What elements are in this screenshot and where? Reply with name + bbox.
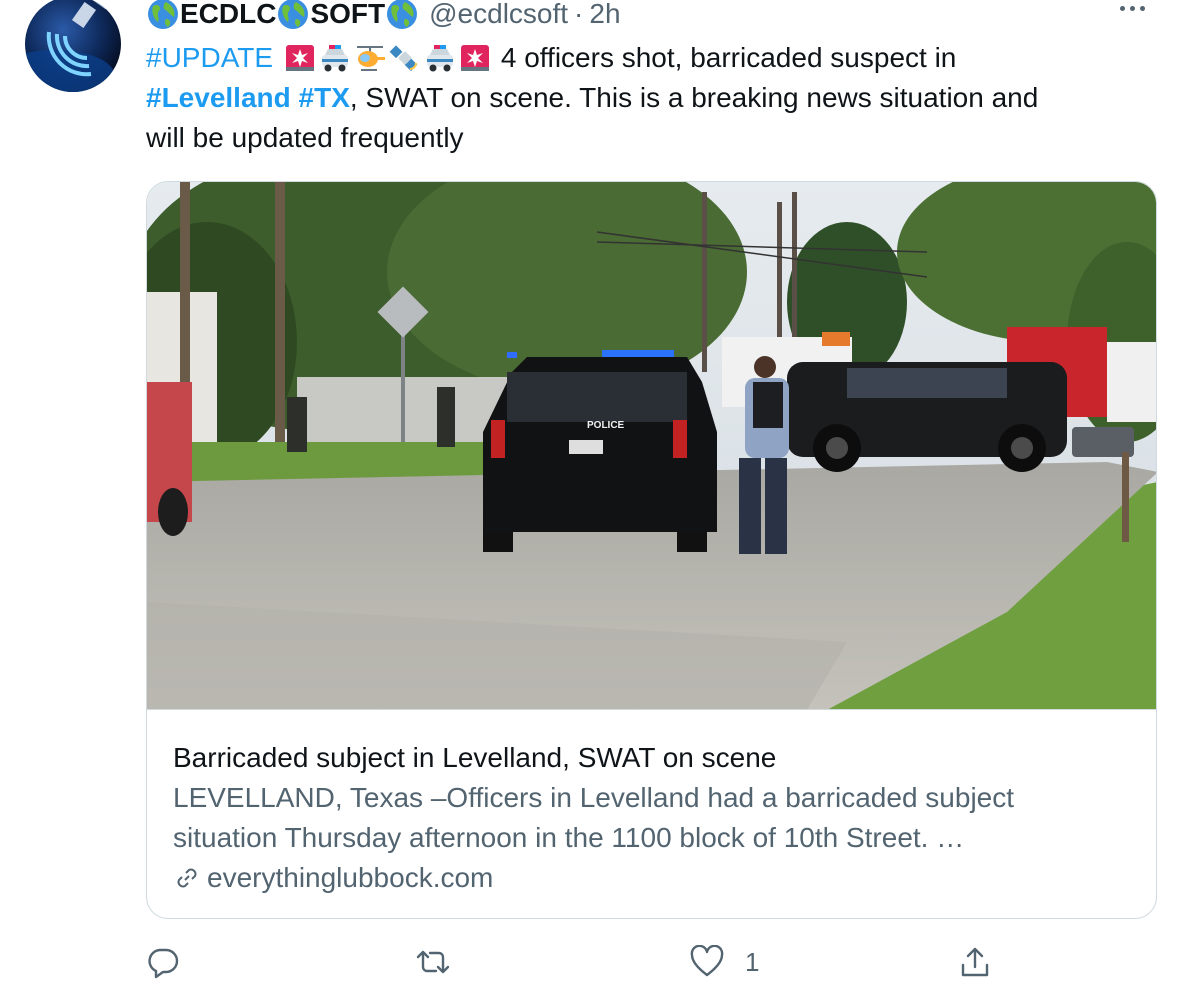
retweet-button[interactable] xyxy=(414,945,472,979)
tweet-line-1: #UPDATE 4 officers shot, barricaded susp… xyxy=(146,38,1156,78)
link-card[interactable]: POLICE Barricaded subject in Levelland, … xyxy=(146,181,1157,919)
police-car-icon xyxy=(427,45,454,72)
satellite-icon xyxy=(389,45,418,72)
retweet-icon xyxy=(416,950,450,974)
police-car-icon xyxy=(322,45,349,72)
share-button[interactable] xyxy=(958,945,1012,979)
card-description-line-2: situation Thursday afternoon in the 1100… xyxy=(173,822,965,853)
like-button[interactable]: 1 xyxy=(689,945,759,979)
share-icon xyxy=(961,947,989,977)
card-title[interactable]: Barricaded subject in Levelland, SWAT on… xyxy=(173,739,1133,777)
tweet-header: ECDLC SOFT @ecdlcsoft · 2h xyxy=(146,0,621,34)
tweet-actions: 1 xyxy=(0,945,1184,985)
globe-icon xyxy=(278,0,309,29)
globe-icon xyxy=(387,0,418,29)
more-options-icon[interactable] xyxy=(1120,6,1145,11)
display-name-part-1: ECDLC xyxy=(180,0,277,29)
avatar-image xyxy=(25,0,115,92)
globe-icon xyxy=(148,0,178,29)
rotating-light-icon xyxy=(461,45,490,71)
tweet-line-3: will be updated frequently xyxy=(146,118,1156,158)
card-description-line-1: LEVELLAND, Texas –Officers in Levelland … xyxy=(173,782,1015,813)
tweet-line-2-text: , SWAT on scene. This is a breaking news… xyxy=(349,82,1039,113)
heart-icon xyxy=(690,945,724,977)
link-icon xyxy=(177,868,197,888)
reply-button[interactable] xyxy=(146,945,200,979)
display-name[interactable]: ECDLC SOFT xyxy=(146,0,419,31)
card-photo[interactable]: POLICE xyxy=(147,182,1156,710)
tweet-line-3-text: will be updated frequently xyxy=(146,122,464,153)
tweet-line-1-text: 4 officers shot, barricaded suspect in xyxy=(493,42,957,73)
reply-icon xyxy=(148,948,179,979)
hashtag-tx[interactable]: #TX xyxy=(299,78,350,118)
user-handle[interactable]: @ecdlcsoft xyxy=(429,0,568,30)
photo-police-text: POLICE xyxy=(587,420,625,431)
card-domain-link[interactable]: everythinglubbock.com xyxy=(173,858,1133,898)
display-name-part-2: SOFT xyxy=(310,0,386,29)
helicopter-icon xyxy=(357,46,386,71)
tweet-line-2: #Levelland #TX , SWAT on scene. This is … xyxy=(146,78,1156,118)
card-domain: everythinglubbock.com xyxy=(207,862,494,893)
avatar[interactable] xyxy=(25,0,121,92)
rotating-light-icon xyxy=(286,45,315,71)
hashtag-levelland[interactable]: #Levelland xyxy=(146,78,291,118)
like-count: 1 xyxy=(745,946,760,977)
separator-dot: · xyxy=(574,0,584,29)
timestamp[interactable]: 2h xyxy=(589,0,620,30)
hashtag-update[interactable]: #UPDATE xyxy=(146,38,273,78)
police-scene-photo: POLICE xyxy=(147,182,1156,709)
tweet-text: #UPDATE 4 officers shot, barricaded susp… xyxy=(146,38,1156,158)
card-body: Barricaded subject in Levelland, SWAT on… xyxy=(173,739,1133,898)
